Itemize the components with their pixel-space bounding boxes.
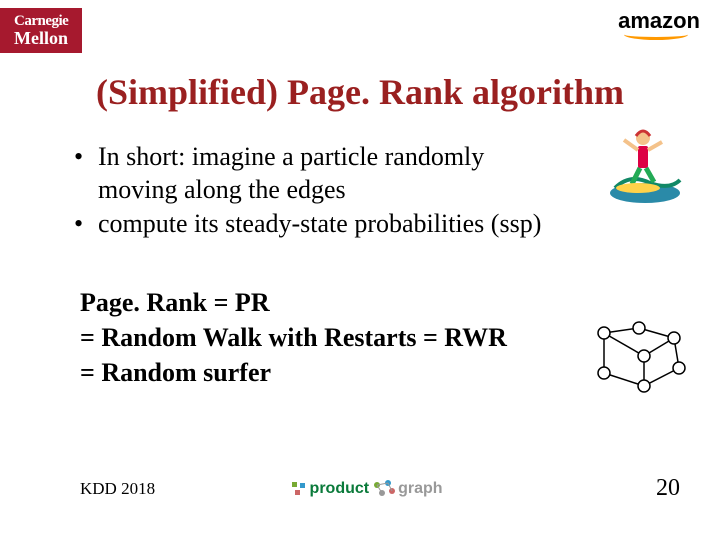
page-number: 20 — [656, 475, 680, 502]
product-graph-text1: product — [310, 480, 370, 498]
equation-line: = Random Walk with Restarts = RWR — [80, 320, 660, 355]
bullet-item: compute its steady-state probabilities (… — [80, 208, 660, 241]
amazon-logo: amazon — [618, 8, 700, 42]
bullet-item: In short: imagine a particle randomly mo… — [80, 141, 560, 206]
cmu-logo: Carnegie Mellon — [0, 8, 82, 53]
product-graph-logo: product graph — [289, 479, 443, 499]
bullet-list: In short: imagine a particle randomly mo… — [80, 141, 660, 241]
product-graph-text2: graph — [398, 480, 442, 498]
graph-dots-icon — [372, 479, 396, 499]
equation-line: Page. Rank = PR — [80, 285, 660, 320]
footer-conference: KDD 2018 — [80, 479, 155, 499]
equations-block: Page. Rank = PR = Random Walk with Resta… — [80, 285, 660, 390]
cmu-logo-line1: Carnegie — [14, 14, 68, 29]
slide-title: (Simplified) Page. Rank algorithm — [0, 71, 720, 113]
product-graph-icon — [290, 480, 308, 498]
equation-line: = Random surfer — [80, 355, 660, 390]
network-graph-icon — [584, 318, 694, 398]
cmu-logo-line2: Mellon — [14, 29, 68, 47]
